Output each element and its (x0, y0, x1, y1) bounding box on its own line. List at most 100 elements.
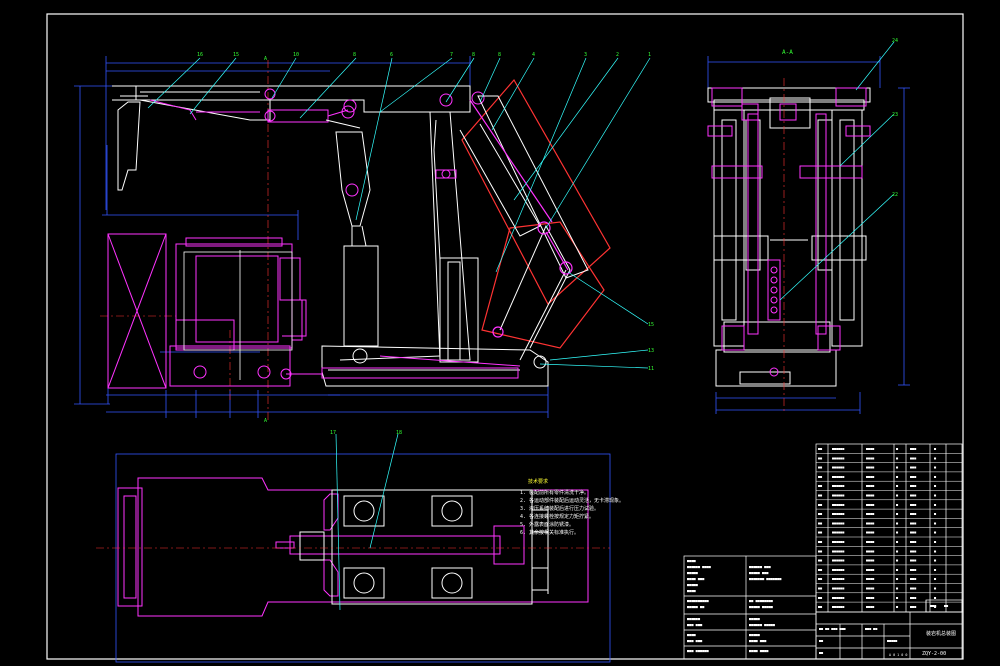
svg-text:8: 8 (353, 52, 356, 58)
parts-cell-glyph: ■■■■ (866, 559, 875, 563)
parts-cell-glyph: ■ (934, 549, 937, 553)
parts-cell-glyph: ■ (934, 531, 937, 535)
parts-cell-glyph: ■■ (818, 447, 823, 451)
lift-cylinder (325, 119, 379, 347)
parts-cell-glyph: ■■■■ (866, 596, 875, 600)
svg-text:■■■■■■ ■■■■■: ■■■■■■ ■■■■■ (749, 623, 776, 627)
svg-text:A: A (264, 418, 267, 424)
svg-text:■■■■■■ ■■■: ■■■■■■ ■■■ (749, 565, 771, 569)
section-balloons: 24 23 22 (892, 38, 898, 198)
parts-cell-glyph: ■■■ (910, 531, 917, 535)
svg-text:■■■■: ■■■■ (687, 559, 696, 563)
svg-text:6: 6 (390, 52, 393, 58)
parts-cell-glyph: ■ (896, 466, 899, 470)
parts-cell-glyph: ■■ (818, 521, 823, 525)
parts-cell-glyph: ■ (896, 447, 899, 451)
parts-cell-glyph: ■ (934, 494, 937, 498)
svg-text:■■■■■ ■■■: ■■■■■ ■■■ (749, 571, 769, 575)
tech-note-line: 2. 各运动部件装配后运动灵活，无卡滞现象。 (520, 498, 625, 504)
parts-cell-glyph: ■ (896, 456, 899, 460)
tech-note-line: 5. 外露表面涂防锈漆。 (520, 522, 575, 528)
svg-text:18: 18 (396, 430, 402, 436)
parts-cell-glyph: ■ (934, 577, 937, 581)
parts-cell-glyph: ■■ (818, 605, 823, 609)
svg-text:■■■■■■■ ■■■■■■■: ■■■■■■■ ■■■■■■■ (749, 577, 782, 581)
conveyor-body (459, 95, 589, 361)
parts-cell-glyph: ■ (896, 484, 899, 488)
parts-cell-glyph: ■■■ (910, 456, 917, 460)
svg-text:■■■■■ ■■: ■■■■■ ■■ (687, 605, 705, 609)
parts-cell-glyph: ■■■■■■ (832, 521, 845, 525)
parts-cell-glyph: ■ (934, 456, 937, 460)
parts-cell-glyph: ■ (934, 568, 937, 572)
svg-text:■■■■: ■■■■ (687, 589, 696, 593)
svg-text:■■■■■ ■■■■■: ■■■■■ ■■■■■ (749, 605, 774, 609)
parts-cell-glyph: ■ (896, 549, 899, 553)
parts-cell-glyph: ■■ (818, 531, 823, 535)
parts-cell-glyph: ■ (896, 596, 899, 600)
top-view-leaders (335, 433, 399, 611)
parts-cell-glyph: ■■■ (910, 540, 917, 544)
parts-cell-glyph: ■■■■ (866, 605, 875, 609)
upper-cylinder (149, 88, 485, 123)
parts-cell-glyph: ■■■■ (866, 475, 875, 479)
parts-cell-glyph: ■■■ (910, 512, 917, 516)
parts-cell-glyph: ■■■■■■ (832, 577, 845, 581)
parts-cell-glyph: ■■■ (910, 577, 917, 581)
section-magenta-parts (707, 87, 871, 377)
parts-cell-glyph: ■■■■ (866, 447, 875, 451)
parts-cell-glyph: ■ (896, 540, 899, 544)
parts-cell-glyph: ■■■ (910, 503, 917, 507)
svg-text:■■: ■■ (819, 639, 824, 643)
parts-cell-glyph: ■■ (818, 466, 823, 470)
parts-cell-glyph: ■■ (818, 577, 823, 581)
svg-text:■■■■■■ ■■■■: ■■■■■■ ■■■■ (687, 565, 712, 569)
parts-cell-glyph: ■■■ (910, 605, 917, 609)
svg-text:1: 1 (648, 52, 651, 58)
parts-cell-glyph: ■■■■ (866, 531, 875, 535)
parameter-table-text: ■■■■ ■■■■■■ ■■■■ ■■■■ ■■■■■ ■■■ ■■■■ ■■■■■ … (687, 559, 782, 653)
svg-text:17: 17 (330, 430, 336, 436)
tech-note-line: 3. 液压系统装配后进行压力试验。 (520, 506, 600, 512)
parts-cell-glyph: ■■■■ (866, 549, 875, 553)
svg-text:■■■■ ■■■■: ■■■■ ■■■■ (749, 649, 769, 653)
parts-cell-glyph: ■■■ (910, 466, 917, 470)
hydraulic-tank (107, 233, 167, 389)
parts-cell-glyph: ■ (896, 531, 899, 535)
parts-cell-glyph: ■ (934, 540, 937, 544)
parts-list-text: ■■ ■■■■■■ ■■■■ ■ ■■■ ■■■ ■■■■■■ ■■■■ ■ ■■■ ■■■ ■■■■… (818, 447, 937, 609)
top-view-magenta (117, 477, 589, 617)
svg-text:■■: ■■ (944, 604, 949, 608)
parts-cell-glyph: ■■ (818, 494, 823, 498)
parts-cell-glyph: ■■ (818, 596, 823, 600)
tech-note-line: 4. 各连接螺栓按规定力矩拧紧。 (520, 514, 595, 520)
parts-cell-glyph: ■ (934, 521, 937, 525)
parts-cell-glyph: ■■■■ (866, 456, 875, 460)
parts-cell-glyph: ■■■ (910, 494, 917, 498)
svg-text:22: 22 (892, 192, 898, 198)
parts-cell-glyph: ■■■■■■ (832, 559, 845, 563)
top-view: 17 18 (96, 430, 611, 663)
parts-cell-glyph: ■■ (818, 475, 823, 479)
parts-cell-glyph: ■■■ (910, 568, 917, 572)
svg-text:13: 13 (648, 348, 654, 354)
parts-cell-glyph: ■■■■■■ (832, 531, 845, 535)
parts-cell-glyph: ■■■■ (866, 512, 875, 516)
parts-cell-glyph: ■■■■ (866, 494, 875, 498)
svg-text:11: 11 (648, 366, 654, 372)
parts-cell-glyph: ■■■■■■ (832, 503, 845, 507)
tech-note-line: 6. 其余按相关标准执行。 (520, 530, 580, 536)
parts-cell-glyph: ■ (934, 447, 937, 451)
svg-text:16: 16 (197, 52, 203, 58)
svg-text:■■■■ ■■■: ■■■■ ■■■ (687, 577, 705, 581)
svg-text:A 0 1 0 0: A 0 1 0 0 (889, 653, 907, 657)
conveyor-pins (469, 99, 573, 338)
main-side-view: 16 15 10 8 6 7 8 8 4 3 2 1 15 13 11 A A (74, 52, 654, 424)
svg-text:■■■■: ■■■■ (687, 633, 696, 637)
svg-text:A: A (264, 56, 267, 62)
parts-cell-glyph: ■■ (818, 484, 823, 488)
parts-cell-glyph: ■■■ (910, 587, 917, 591)
parts-cell-glyph: ■■■ (910, 447, 917, 451)
parts-cell-glyph: ■ (934, 512, 937, 516)
parts-cell-glyph: ■■■■■■ (832, 549, 845, 553)
